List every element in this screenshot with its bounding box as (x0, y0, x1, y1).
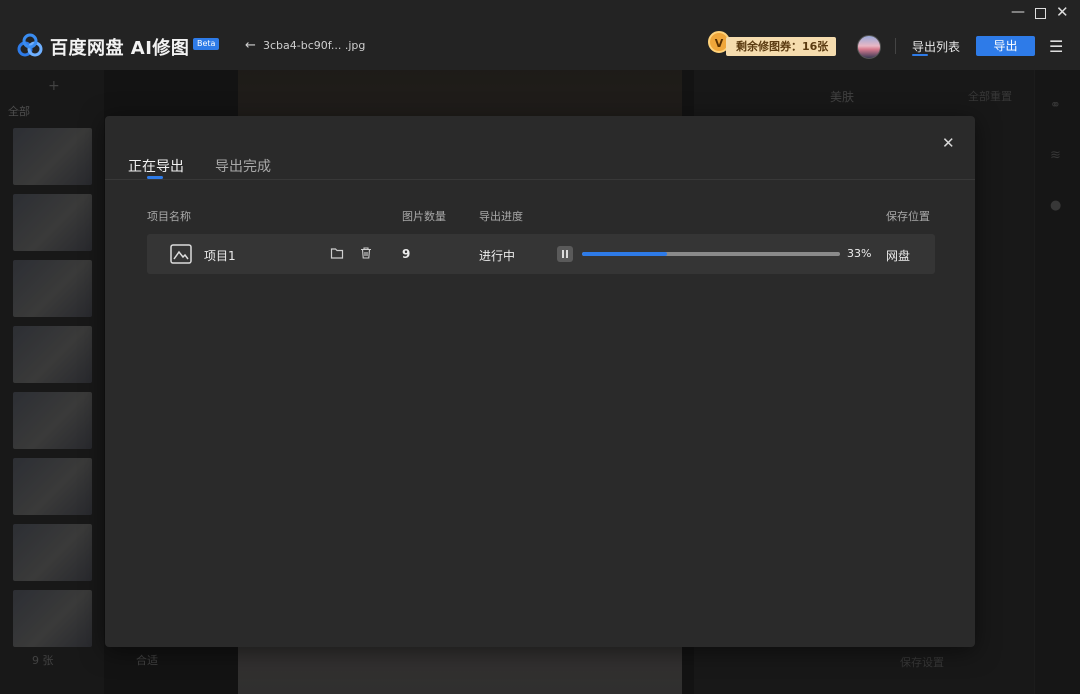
folder-icon[interactable] (330, 246, 344, 260)
progress-percent: 33% (847, 247, 872, 260)
save-location: 网盘 (886, 249, 911, 263)
column-header-name: 项目名称 (147, 210, 191, 223)
file-name: 3cba4-bc90f... .jpg (263, 39, 366, 52)
user-avatar[interactable] (857, 35, 881, 59)
export-list-dialog (105, 116, 975, 647)
column-header-count: 图片数量 (402, 210, 446, 223)
tab-divider (105, 179, 975, 180)
menu-icon[interactable]: ☰ (1049, 37, 1063, 56)
app-title: 百度网盘 AI修图 (50, 38, 190, 59)
app-logo-icon (17, 33, 43, 57)
tab-export-complete[interactable]: 导出完成 (215, 156, 271, 176)
beta-badge: Beta (193, 38, 220, 50)
pause-icon[interactable] (557, 246, 573, 262)
close-icon[interactable]: ✕ (942, 134, 955, 152)
tab-exporting[interactable]: 正在导出 (128, 156, 184, 176)
export-status: 进行中 (479, 249, 516, 263)
column-header-location: 保存位置 (886, 210, 930, 223)
export-list-link[interactable]: 导出列表 (912, 38, 960, 55)
maximize-icon[interactable] (1035, 8, 1046, 19)
column-header-progress: 导出进度 (479, 210, 523, 223)
image-icon (170, 244, 192, 264)
trash-icon[interactable] (359, 246, 373, 260)
back-arrow-icon[interactable]: ← (245, 38, 256, 53)
coupon-balance[interactable]: 剩余修图券：16张 (726, 37, 837, 56)
project-name: 项目1 (204, 249, 236, 263)
image-count-cell: 9 (402, 247, 411, 261)
export-button[interactable]: 导出 (976, 36, 1035, 56)
progress-bar (582, 252, 840, 256)
header-divider (895, 38, 896, 54)
minimize-icon[interactable]: — (1011, 4, 1025, 20)
export-list-indicator (912, 54, 928, 56)
window-close-icon[interactable]: ✕ (1056, 3, 1069, 21)
progress-fill (582, 252, 668, 256)
